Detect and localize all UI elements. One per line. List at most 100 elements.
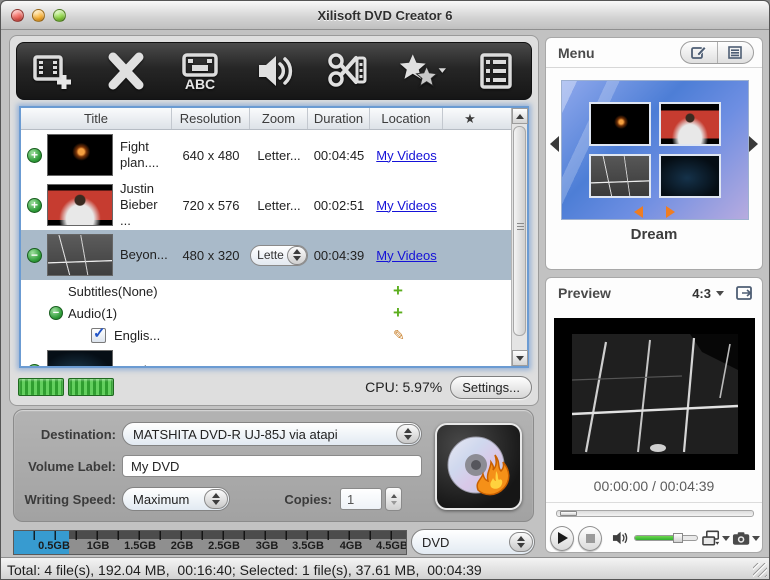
video-title: Justin xyxy=(120,363,154,366)
settings-button[interactable]: Settings... xyxy=(450,376,532,399)
destination-select[interactable]: MATSHITA DVD-R UJ-85J via atapi xyxy=(122,422,422,446)
expand-icon[interactable]: + xyxy=(27,364,42,367)
column-header-star[interactable]: ★ xyxy=(443,108,497,129)
menu-page-next-icon[interactable] xyxy=(666,206,675,218)
volume-icon[interactable] xyxy=(612,530,628,546)
volume-label-input[interactable] xyxy=(122,455,422,477)
menu-thumbnail[interactable] xyxy=(659,102,721,146)
seek-slider[interactable] xyxy=(556,510,754,517)
clip-button[interactable] xyxy=(324,48,372,94)
play-button[interactable] xyxy=(550,526,574,551)
menu-template-preview[interactable] xyxy=(561,80,749,220)
title-bar: Xilisoft DVD Creator 6 xyxy=(1,1,769,30)
resize-grip[interactable] xyxy=(753,563,767,577)
volume-thumb[interactable] xyxy=(673,533,683,543)
edit-menu-button[interactable] xyxy=(681,42,717,63)
effects-button[interactable] xyxy=(398,48,446,94)
preview-panel-title: Preview xyxy=(558,285,611,301)
collapse-icon[interactable]: − xyxy=(49,306,63,320)
disc-type-value: DVD xyxy=(422,535,449,550)
expand-icon[interactable]: + xyxy=(27,198,42,213)
close-window-button[interactable] xyxy=(11,9,24,22)
zoom-window-button[interactable] xyxy=(53,9,66,22)
location-link[interactable]: My Videos xyxy=(376,148,436,163)
gauge-tick-label: 3.5GB xyxy=(286,540,330,552)
stepper-arrows-icon[interactable] xyxy=(287,246,307,265)
scrollbar-thumb[interactable] xyxy=(513,126,526,336)
copies-input[interactable] xyxy=(340,488,382,510)
expand-icon[interactable]: + xyxy=(27,148,42,163)
status-bar: Total: 4 file(s), 192.04 MB, 00:16:40; S… xyxy=(1,557,769,580)
volume-slider[interactable] xyxy=(634,535,697,541)
burn-button[interactable] xyxy=(435,423,522,510)
audio-button[interactable] xyxy=(250,48,298,94)
snapshot-dropdown-icon[interactable] xyxy=(752,536,760,541)
stepper-arrows-icon[interactable] xyxy=(204,489,228,509)
add-video-button[interactable] xyxy=(28,48,76,94)
audio-track-checkbox[interactable] xyxy=(91,328,106,343)
delete-button[interactable] xyxy=(102,48,150,94)
menu-thumbnail[interactable] xyxy=(589,102,651,146)
stop-button[interactable] xyxy=(578,526,602,551)
location-link[interactable]: My Videos xyxy=(376,198,436,213)
add-audio-icon[interactable]: + xyxy=(393,303,403,323)
table-body: + Fight plan.... 640 x 480 Letter... 00:… xyxy=(21,130,513,366)
scroll-up-button[interactable] xyxy=(512,108,528,124)
detach-preview-icon[interactable] xyxy=(736,285,754,301)
subtitles-row[interactable]: Subtitles(None) + xyxy=(21,280,513,302)
table-row[interactable]: + Fight plan.... 640 x 480 Letter... 00:… xyxy=(21,130,513,180)
add-video-icon xyxy=(30,51,74,91)
chapter-button[interactable] xyxy=(472,48,520,94)
video-zoom[interactable]: Letter... xyxy=(250,148,308,163)
add-subtitle-icon[interactable]: + xyxy=(393,281,403,301)
menu-thumbnail[interactable] xyxy=(589,154,651,198)
column-header-title[interactable]: Title xyxy=(21,108,172,129)
snapshot-icon[interactable] xyxy=(732,531,750,546)
main-toolbar: ABC xyxy=(16,42,532,100)
writing-speed-value: Maximum xyxy=(133,492,189,507)
scroll-down-button[interactable] xyxy=(512,350,528,366)
column-header-location[interactable]: Location xyxy=(370,108,443,129)
audio-row[interactable]: − Audio(1) + xyxy=(21,302,513,324)
zoom-mode-stepper[interactable]: Lette xyxy=(250,245,308,266)
copies-stepper[interactable] xyxy=(385,487,402,511)
subtitle-button[interactable]: ABC xyxy=(176,48,224,94)
menu-page-prev-icon[interactable] xyxy=(634,206,643,218)
menu-list-button[interactable] xyxy=(717,42,754,63)
seek-thumb[interactable] xyxy=(560,511,577,516)
capacity-gauge: 0.5GB 1GB 1.5GB 2GB 2.5GB 3GB 3.5GB 4GB … xyxy=(13,530,407,555)
aspect-ratio-select[interactable]: 4:3 xyxy=(692,286,726,301)
table-scrollbar[interactable] xyxy=(511,108,527,366)
menu-thumbnail[interactable] xyxy=(659,154,721,198)
next-template-button[interactable] xyxy=(749,136,758,152)
video-duration: 00:04:45 xyxy=(308,148,370,163)
minimize-window-button[interactable] xyxy=(32,9,45,22)
location-link[interactable]: My Videos xyxy=(376,248,436,263)
stepper-arrows-icon[interactable] xyxy=(509,532,533,552)
stepper-arrows-icon[interactable] xyxy=(396,424,420,444)
video-mode-dropdown-icon[interactable] xyxy=(722,536,730,541)
edit-icon[interactable]: ✎ xyxy=(393,327,405,344)
collapse-icon[interactable]: − xyxy=(27,248,42,263)
status-text: Total: 4 file(s), 192.04 MB, 00:16:40; S… xyxy=(7,562,482,578)
table-row[interactable]: + Justin 720 x 576 Letter... 00:04:25 My… xyxy=(21,346,513,366)
video-thumbnail xyxy=(47,184,113,226)
stop-icon xyxy=(586,534,595,543)
column-header-duration[interactable]: Duration xyxy=(308,108,370,129)
gauge-tick-label: 2GB xyxy=(160,540,204,552)
column-header-zoom[interactable]: Zoom xyxy=(250,108,308,129)
audio-track-row[interactable]: Englis... ✎ xyxy=(21,324,513,346)
table-row-selected[interactable]: − Beyon... 480 x 320 Lette 00:04:39 My V… xyxy=(21,230,513,280)
writing-speed-select[interactable]: Maximum xyxy=(122,487,230,511)
video-title: Justin Bieber ... xyxy=(120,181,172,230)
subtitle-icon: ABC xyxy=(178,50,222,92)
table-row[interactable]: + Justin Bieber ... 720 x 576 Letter... … xyxy=(21,180,513,230)
location-link[interactable]: My Videos xyxy=(376,364,436,367)
video-zoom[interactable]: Letter... xyxy=(250,364,308,367)
prev-template-button[interactable] xyxy=(550,136,559,152)
column-header-resolution[interactable]: Resolution xyxy=(172,108,250,129)
video-preview[interactable] xyxy=(554,318,755,470)
disc-type-select[interactable]: DVD xyxy=(411,529,535,555)
video-mode-icon[interactable] xyxy=(702,530,720,547)
video-zoom[interactable]: Letter... xyxy=(250,198,308,213)
